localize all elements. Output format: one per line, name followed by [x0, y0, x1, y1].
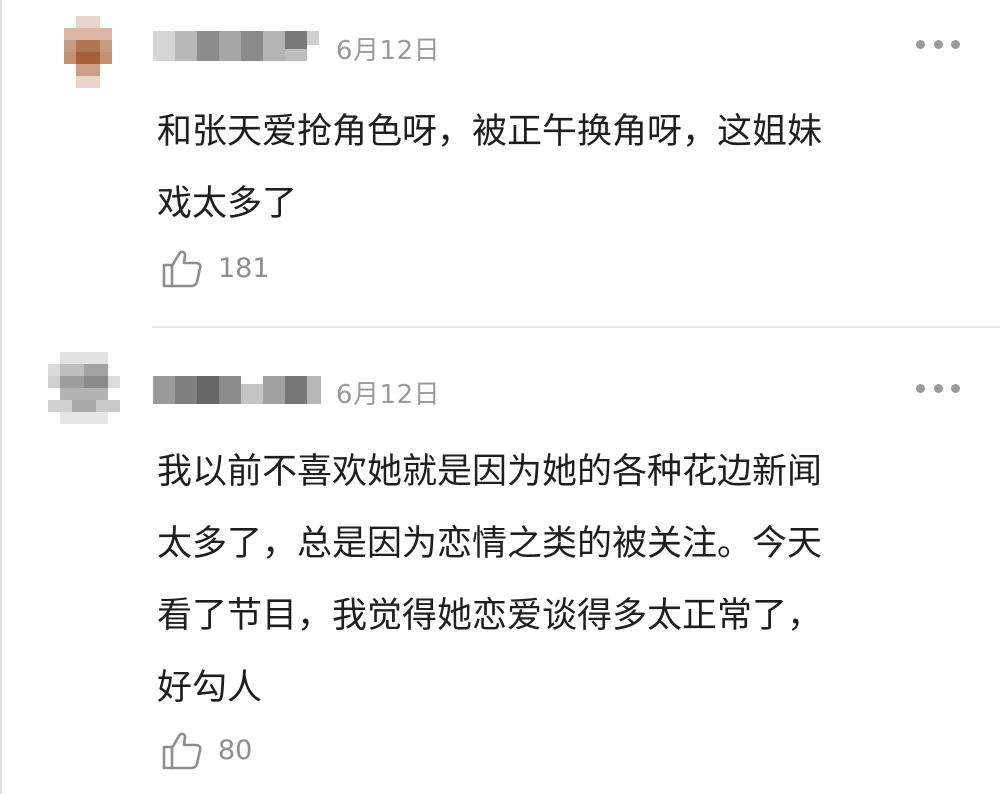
comment-item: 6月12日 我以前不喜欢她就是因为她的各种花边新闻 太多了，总是因为恋情之类的被关…	[0, 328, 1000, 794]
comment-date: 6月12日	[336, 36, 441, 66]
comment-date: 6月12日	[336, 380, 441, 410]
thumbs-up-icon	[162, 732, 202, 770]
avatar[interactable]	[48, 352, 120, 424]
thumbs-up-icon	[162, 250, 202, 288]
like-button[interactable]: 181	[160, 246, 270, 290]
avatar[interactable]	[52, 16, 124, 88]
more-options-icon[interactable]	[916, 34, 960, 54]
comment-item: 6月12日 和张天爱抢角色呀，被正午换角呀，这姐妹 戏太多了 181	[0, 0, 1000, 326]
like-button[interactable]: 80	[160, 728, 252, 772]
comment-text: 和张天爱抢角色呀，被正午换角呀，这姐妹 戏太多了	[157, 112, 823, 224]
comment-text: 我以前不喜欢她就是因为她的各种花边新闻 太多了，总是因为恋情之类的被关注。今天 看了…	[157, 452, 823, 708]
like-count: 80	[218, 734, 253, 766]
like-count: 181	[218, 252, 270, 284]
username-blurred[interactable]	[153, 370, 323, 406]
more-options-icon[interactable]	[916, 378, 960, 398]
username-blurred[interactable]	[153, 27, 323, 63]
